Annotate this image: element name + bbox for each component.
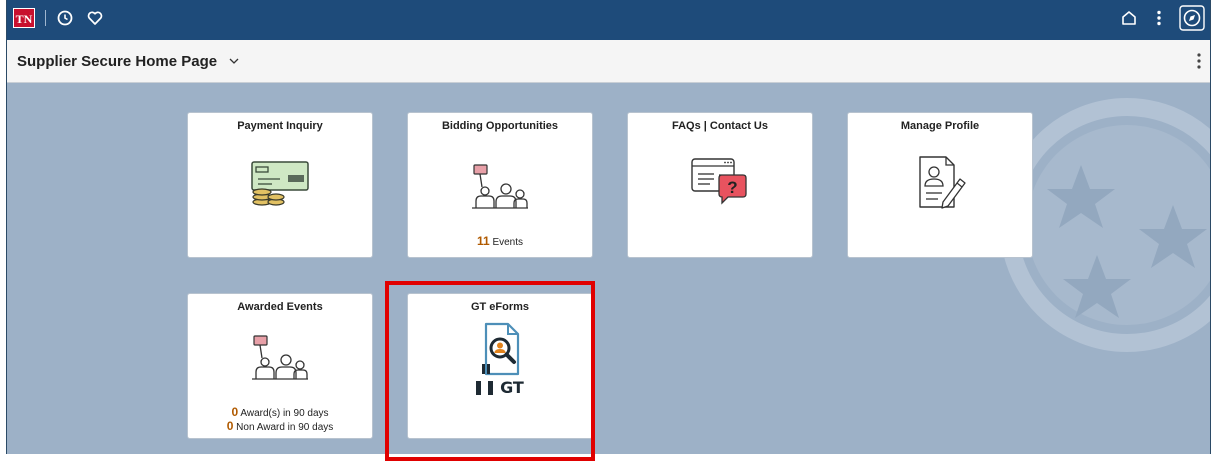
tn-logo[interactable]: TN	[13, 8, 35, 28]
non-awards-count: 0 Non Award in 90 days	[188, 419, 372, 433]
non-awards-count-label: Non Award in 90 days	[236, 422, 334, 433]
events-count: 11 Events	[408, 234, 592, 248]
top-navigation-bar: TN	[7, 0, 1210, 36]
home-icon[interactable]	[1119, 8, 1139, 28]
page-title[interactable]: Supplier Secure Home Page	[17, 53, 217, 70]
payment-inquiry-tile[interactable]: Payment Inquiry	[187, 112, 373, 258]
manage-profile-tile[interactable]: Manage Profile	[847, 112, 1033, 258]
chevron-down-icon[interactable]	[229, 57, 239, 65]
favorites-icon[interactable]	[85, 8, 105, 28]
tile-title: Payment Inquiry	[237, 120, 323, 132]
svg-text:?: ?	[727, 178, 737, 197]
faq-window-icon: ?	[691, 158, 747, 205]
awards-count-label: Award(s) in 90 days	[240, 408, 329, 419]
page-actions-icon[interactable]	[1196, 52, 1202, 70]
app-frame: TN Supplier Secure Home Page Payment Inq…	[6, 0, 1211, 454]
navbar-compass-icon[interactable]	[1179, 5, 1205, 31]
nav-divider	[45, 10, 46, 26]
highlight-box	[385, 281, 595, 461]
actions-menu-icon[interactable]	[1149, 8, 1169, 28]
recent-history-icon[interactable]	[55, 8, 75, 28]
faqs-contact-tile[interactable]: FAQs | Contact Us ?	[627, 112, 813, 258]
profile-edit-icon	[919, 156, 966, 209]
tile-title: Awarded Events	[237, 301, 323, 313]
check-with-coins-icon	[251, 161, 309, 206]
bidder-icon	[472, 164, 528, 209]
non-awards-count-value: 0	[226, 419, 234, 433]
tile-title: FAQs | Contact Us	[672, 120, 768, 132]
bidder-icon	[252, 335, 308, 380]
events-count-value: 11	[476, 234, 490, 248]
awarded-events-tile[interactable]: Awarded Events 0 Award(s) in 90 days 0 N…	[187, 293, 373, 439]
tile-title: Manage Profile	[900, 120, 980, 132]
awards-count: 0 Award(s) in 90 days	[188, 405, 372, 419]
bidding-opportunities-tile[interactable]: Bidding Opportunities 11 Events	[407, 112, 593, 258]
page-header: Supplier Secure Home Page	[7, 40, 1210, 83]
events-count-label: Events	[492, 237, 524, 248]
tile-title: Bidding Opportunities	[441, 120, 559, 132]
awards-count-value: 0	[231, 405, 239, 419]
